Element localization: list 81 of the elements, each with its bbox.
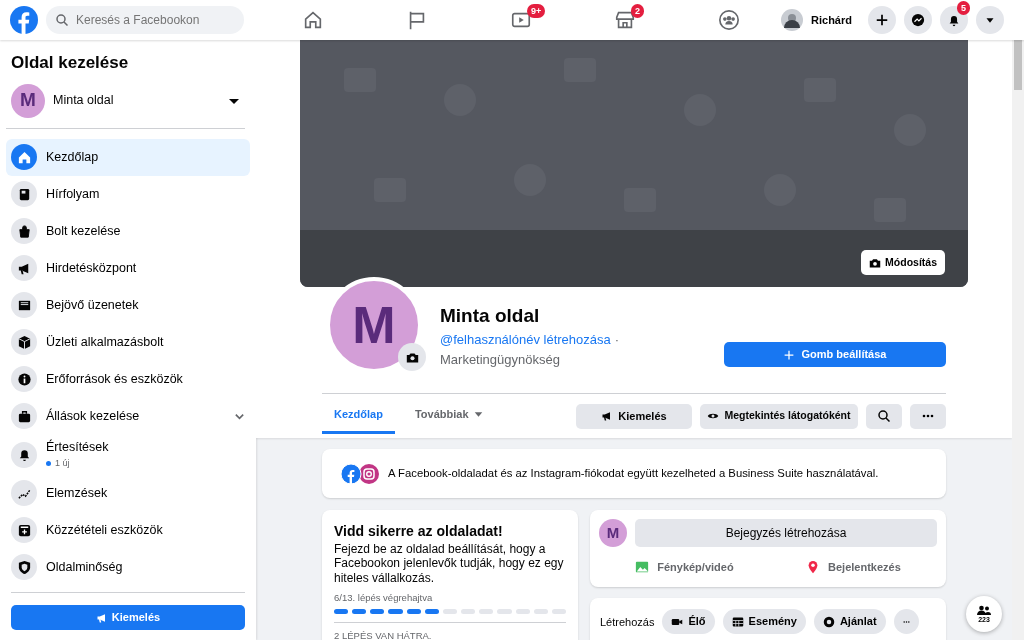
page-avatar: M xyxy=(11,83,45,118)
notification-badge: 5 xyxy=(957,1,970,15)
sidebar-item[interactable]: Értesítések 1 új xyxy=(6,434,250,475)
edit-cover-button[interactable]: Módosítás xyxy=(861,250,945,275)
banner-text: A Facebook-oldaladat és az Instagram-fiókodat együtt kezelheted a Business Suite használatával. xyxy=(388,466,879,482)
sidebar-item[interactable]: Elemzések xyxy=(6,474,250,512)
camera-icon xyxy=(405,350,419,364)
composer-option[interactable]: Fénykép/videó xyxy=(599,553,770,581)
progress-label: 6/13. lépés végrehajtva xyxy=(334,591,434,606)
notification-badge: 2 xyxy=(631,4,645,18)
more-icon xyxy=(902,619,910,624)
sidebar-item[interactable]: Hírfolyam xyxy=(6,175,250,213)
create-post-button[interactable]: Bejegyzés létrehozása xyxy=(635,519,937,547)
view-as-button[interactable]: Megtekintés látogatóként xyxy=(700,403,858,429)
info-icon xyxy=(16,371,32,387)
page-switcher[interactable]: M Minta oldal xyxy=(6,83,245,129)
sidebar-item[interactable]: Bolt kezelése xyxy=(6,212,250,250)
sidebar-item[interactable]: Hirdetésközpont xyxy=(6,249,250,287)
page-avatar: M xyxy=(599,519,627,547)
notification-badge: 9+ xyxy=(527,4,546,18)
user-avatar xyxy=(781,9,804,31)
publishing-icon xyxy=(16,522,32,538)
profile-link[interactable]: Richárd xyxy=(781,9,852,31)
shield-icon xyxy=(16,559,32,575)
header-button[interactable] xyxy=(904,6,932,34)
plus-icon xyxy=(783,349,794,360)
sidebar-item[interactable]: Bejövő üzenetek xyxy=(6,286,250,324)
setup-button[interactable]: Gomb beállítása xyxy=(724,342,946,367)
separator-dot: · xyxy=(614,331,620,349)
sidebar-item[interactable]: Közzétételi eszközök xyxy=(6,511,250,549)
messenger-icon xyxy=(911,13,925,27)
page-tab[interactable]: Továbbiak xyxy=(402,398,495,434)
bell-icon xyxy=(947,13,961,27)
card-title: Vidd sikerre az oldaladat! xyxy=(334,522,504,541)
promote-button[interactable]: Kiemelés xyxy=(11,605,245,630)
store-icon[interactable] xyxy=(614,9,637,31)
create-label: Létrehozás xyxy=(600,615,655,630)
header-button[interactable] xyxy=(940,6,968,34)
composer-option[interactable]: Bejelentkezés xyxy=(769,553,937,581)
search-icon xyxy=(878,410,890,422)
briefcase-icon xyxy=(16,408,32,424)
photo-icon xyxy=(635,560,650,574)
search-field[interactable]: Keresés a Facebookon xyxy=(46,6,244,34)
page-title: Minta oldal xyxy=(440,303,541,328)
card-text: Fejezd be az oldalad beállítását, hogy a Facebookon jelenlevők tudják, hogy ez egy hiteles vállalkozás. xyxy=(334,542,565,586)
people-icon xyxy=(977,604,991,616)
facebook-instagram-icon xyxy=(340,462,380,485)
create-option[interactable]: Ajánlat xyxy=(813,609,886,634)
steps-remaining: 2 LÉPÉS VAN HÁTRA. xyxy=(334,629,433,640)
sidebar-item[interactable]: Üzleti alkalmazásbolt xyxy=(6,323,250,361)
group-icon[interactable] xyxy=(718,9,741,31)
sidebar-item-label: Értesítések xyxy=(46,438,110,457)
sidebar-item[interactable]: Erőforrások és eszközök xyxy=(6,360,250,398)
calendar-icon xyxy=(731,615,744,628)
megaphone-icon xyxy=(95,611,108,624)
new-count: 1 új xyxy=(55,457,70,471)
create-option[interactable]: Élő xyxy=(662,609,715,634)
scrollbar[interactable] xyxy=(1012,40,1024,640)
bag-icon xyxy=(16,223,32,239)
header-button[interactable] xyxy=(868,6,896,34)
username-link[interactable]: @felhasználónév létrehozása xyxy=(440,330,611,350)
sidebar-title: Oldal kezelése xyxy=(11,52,130,74)
sidebar-item[interactable]: Kezdőlap xyxy=(6,138,250,176)
camera-icon xyxy=(869,256,882,269)
sidebar-item[interactable]: Oldalminőség xyxy=(6,548,250,586)
page-category: Marketingügynökség xyxy=(440,350,561,369)
more-icon xyxy=(922,414,934,418)
camera-button[interactable] xyxy=(398,343,426,371)
header-button[interactable] xyxy=(976,6,1004,34)
home-icon xyxy=(16,149,32,165)
user-name: Richárd xyxy=(811,12,852,28)
unread-dot xyxy=(46,461,51,467)
cube-icon xyxy=(16,334,32,350)
plus-icon xyxy=(875,13,889,27)
facebook-logo[interactable] xyxy=(10,6,38,34)
page-tab[interactable]: Kezdőlap xyxy=(322,398,395,434)
page-name: Minta oldal xyxy=(53,92,115,110)
promote-button[interactable]: Kiemelés xyxy=(576,403,692,429)
sidebar-item[interactable]: Állások kezelése xyxy=(6,397,250,435)
create-option[interactable]: Esemény xyxy=(722,609,806,634)
search-button[interactable] xyxy=(866,403,902,429)
